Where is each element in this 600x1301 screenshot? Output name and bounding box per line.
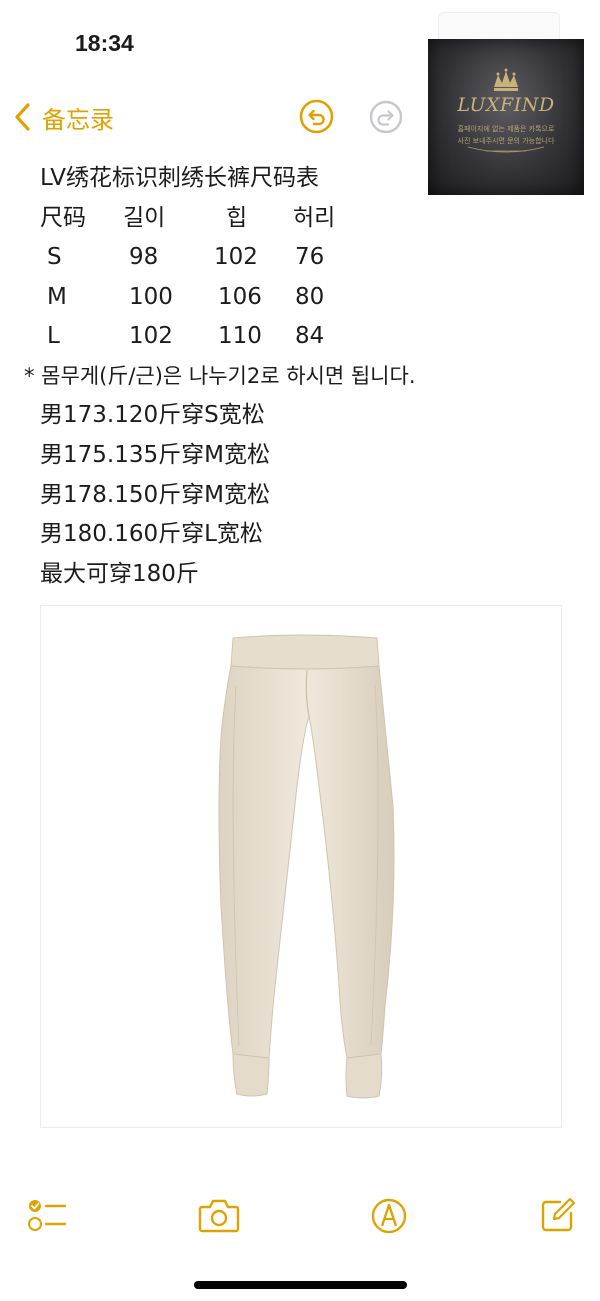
fit-line: 男180.160斤穿L宽松 xyxy=(40,521,263,547)
status-time: 18:34 xyxy=(75,30,134,56)
size-row-m-size: M xyxy=(47,284,67,310)
size-row-l-hip: 110 xyxy=(218,323,262,349)
camera-icon[interactable] xyxy=(198,1197,240,1233)
size-header-length: 길이 xyxy=(123,205,166,231)
chevron-left-icon xyxy=(15,103,30,131)
markup-icon[interactable] xyxy=(370,1197,408,1235)
size-row-l-waist: 84 xyxy=(295,323,325,349)
size-row-l-size: L xyxy=(47,323,60,349)
weight-note: * 몸무게(斤/근)은 나누기2로 하시면 됩니다. xyxy=(24,364,416,388)
fit-line: 男175.135斤穿M宽松 xyxy=(40,442,270,468)
size-row-s-waist: 76 xyxy=(295,244,325,270)
compose-icon[interactable] xyxy=(540,1197,576,1233)
logo-brand: LUXFIND xyxy=(457,94,555,116)
max-fit-line: 最大可穿180斤 xyxy=(40,561,199,587)
redo-icon[interactable] xyxy=(369,100,403,134)
size-header-waist: 허리 xyxy=(293,205,336,231)
crown-icon xyxy=(467,68,545,153)
product-image[interactable] xyxy=(40,605,562,1128)
note-title[interactable]: LV绣花标识刺绣长裤尺码表 xyxy=(40,164,319,192)
size-row-l-length: 102 xyxy=(129,323,173,349)
logo-tagline-2: 사진 보내주시면 문의 가능합니다 xyxy=(457,137,555,145)
fit-line: 男178.150斤穿M宽松 xyxy=(40,482,270,508)
undo-icon[interactable] xyxy=(299,99,334,134)
back-button[interactable]: 备忘录 xyxy=(12,100,114,134)
checklist-icon[interactable] xyxy=(27,1197,67,1233)
watermark-logo: LUXFIND 홈페이지에 없는 제품은 카톡으로 사진 보내주시면 문의 가능… xyxy=(428,39,584,195)
size-row-m-hip: 106 xyxy=(218,284,262,310)
back-label: 备忘录 xyxy=(42,105,114,134)
jogger-pants-illustration xyxy=(218,634,395,1099)
size-row-m-length: 100 xyxy=(129,284,173,310)
size-row-s-length: 98 xyxy=(129,244,159,270)
fit-line: 男173.120斤穿S宽松 xyxy=(40,402,265,428)
home-indicator[interactable] xyxy=(194,1281,407,1289)
size-header-size: 尺码 xyxy=(40,205,86,231)
size-row-m-waist: 80 xyxy=(295,284,325,310)
logo-tagline-1: 홈페이지에 없는 제품은 카톡으로 xyxy=(457,125,555,133)
size-row-s-size: S xyxy=(47,244,62,270)
size-row-s-hip: 102 xyxy=(214,244,258,270)
size-header-hip: 힙 xyxy=(226,205,248,231)
